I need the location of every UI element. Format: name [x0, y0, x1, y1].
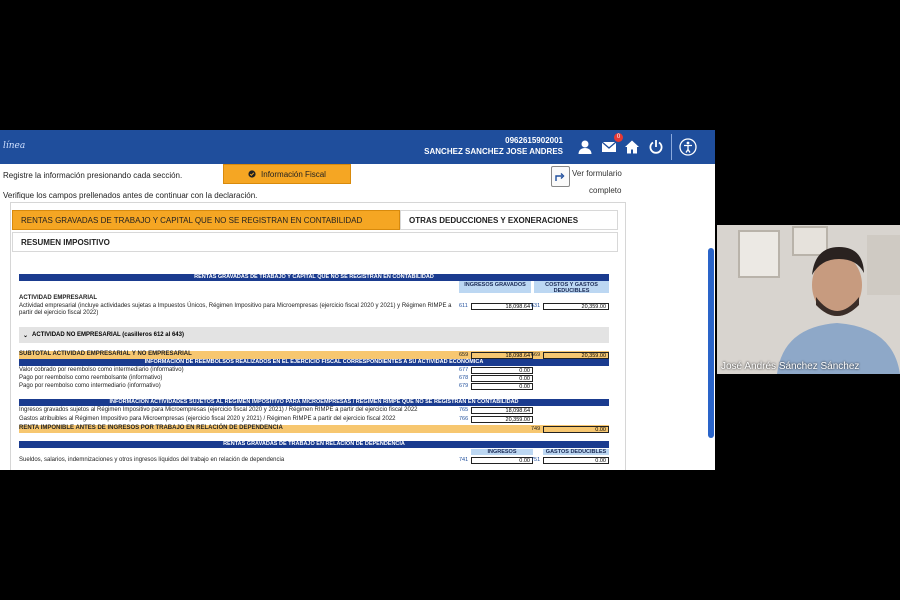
- tab-resumen-impositivo[interactable]: RESUMEN IMPOSITIVO: [12, 232, 618, 252]
- field-659: 18,098.64: [471, 352, 533, 359]
- section-header-reembolsos: INFORMACIÓN DE REEMBOLSOS REALIZADOS EN …: [19, 359, 609, 366]
- column-header-ingresos-dep: INGRESOS: [471, 449, 533, 455]
- instruction-verify: Verifique los campos prellenados antes d…: [3, 191, 258, 200]
- field-749: 0.00: [543, 426, 609, 433]
- tab-rentas-gravadas[interactable]: RENTAS GRAVADAS DE TRABAJO Y CAPITAL QUE…: [12, 210, 400, 230]
- column-header-gastos-dep: GASTOS DEDUCIBLES: [543, 449, 609, 455]
- field-751[interactable]: 0.00: [543, 457, 609, 464]
- accessibility-icon[interactable]: [677, 136, 699, 158]
- field-766[interactable]: 20,359.00: [471, 416, 533, 423]
- code-749: 749: [531, 426, 541, 432]
- reembolso-label: Valor cobrado por reembolso como interme…: [19, 367, 184, 373]
- column-header-costos: COSTOS Y GASTOS DEDUCIBLES: [534, 281, 609, 294]
- informacion-fiscal-button[interactable]: Información Fiscal: [223, 164, 351, 184]
- code-765: 765: [459, 407, 469, 413]
- actividad-no-empresarial-toggle[interactable]: ⌄ ACTIVIDAD NO EMPRESARIAL (casilleros 6…: [19, 327, 609, 343]
- code-659: 659: [459, 352, 469, 358]
- reembolso-label: Pago por reembolso como reembolsante (in…: [19, 375, 163, 381]
- informacion-fiscal-label: Información Fiscal: [261, 169, 326, 179]
- field-765[interactable]: 18,098.64: [471, 407, 533, 414]
- code-766: 766: [459, 416, 469, 422]
- section-header-rimpe: INFORMACIÓN ACTIVIDADES SUJETOS AL RÉGIM…: [19, 399, 609, 406]
- code-678: 678: [459, 375, 469, 381]
- toolbar-divider: [671, 134, 672, 160]
- tab-otras-deducciones[interactable]: OTRAS DEDUCCIONES Y EXONERACIONES: [400, 210, 618, 230]
- code-751: 751: [531, 457, 541, 463]
- declaration-panel: RENTAS GRAVADAS DE TRABAJO Y CAPITAL QUE…: [10, 202, 626, 470]
- home-icon[interactable]: [621, 136, 643, 158]
- field-611[interactable]: 18,098.64: [471, 303, 533, 310]
- code-611: 611: [459, 303, 468, 309]
- code-669: 669: [531, 352, 541, 358]
- rimpe-ingresos-label: Ingresos gravados sujetos al Régimen Imp…: [19, 407, 418, 413]
- view-form-link-complete[interactable]: completo: [589, 186, 621, 195]
- view-form-link[interactable]: Ver formulario: [572, 169, 622, 178]
- field-677[interactable]: 0.00: [471, 367, 533, 374]
- chevron-down-icon: ⌄: [23, 332, 29, 339]
- user-name: SANCHEZ SANCHEZ JOSE ANDRES: [424, 147, 563, 156]
- rimpe-gastos-label: Gastos atribuibles al Régimen Impositivo…: [19, 416, 396, 422]
- participant-video-tile: José Andrés Sánchez Sánchez: [717, 225, 900, 374]
- subtotal-label: SUBTOTAL ACTIVIDAD EMPRESARIAL Y NO EMPR…: [19, 351, 192, 357]
- code-677: 677: [459, 367, 469, 373]
- field-669: 20,359.00: [543, 352, 609, 359]
- user-id: 0962615902001: [505, 136, 563, 145]
- field-631[interactable]: 20,359.00: [543, 303, 609, 310]
- scrollbar[interactable]: [708, 248, 714, 438]
- field-741[interactable]: 0.00: [471, 457, 533, 464]
- section-header-rentas: RENTAS GRAVADAS DE TRABAJO Y CAPITAL QUE…: [19, 274, 609, 281]
- participant-name: José Andrés Sánchez Sánchez: [721, 361, 860, 372]
- power-icon[interactable]: [645, 136, 667, 158]
- renta-imponible-label: RENTA IMPONIBLE ANTES DE INGRESOS POR TR…: [19, 425, 283, 431]
- check-circle-icon: [248, 170, 256, 178]
- reembolso-label: Pago por reembolso como intermediario (i…: [19, 383, 161, 389]
- field-679[interactable]: 0.00: [471, 383, 533, 390]
- user-icon[interactable]: [574, 136, 596, 158]
- sueldos-label: Sueldos, salarios, indemnizaciones y otr…: [19, 457, 285, 463]
- top-navigation-bar: línea 0962615902001 SANCHEZ SANCHEZ JOSE…: [0, 130, 715, 164]
- actividad-empresarial-desc: Actividad empresarial (incluye actividad…: [19, 303, 452, 316]
- actividad-empresarial-title: ACTIVIDAD EMPRESARIAL: [19, 295, 98, 301]
- code-631: 631: [531, 303, 541, 309]
- screen-share-window: línea 0962615902001 SANCHEZ SANCHEZ JOSE…: [0, 130, 715, 470]
- instruction-register: Registre la información presionando cada…: [3, 171, 183, 180]
- participant-video-image: [717, 225, 900, 374]
- brand-logo: línea: [3, 141, 26, 151]
- code-741: 741: [459, 457, 469, 463]
- column-header-ingresos: INGRESOS GRAVADOS: [459, 281, 531, 293]
- field-678[interactable]: 0.00: [471, 375, 533, 382]
- section-header-dependencia: RENTAS GRAVADAS DE TRABAJO EN RELACIÓN D…: [19, 441, 609, 448]
- code-679: 679: [459, 383, 469, 389]
- view-form-icon[interactable]: [551, 166, 570, 187]
